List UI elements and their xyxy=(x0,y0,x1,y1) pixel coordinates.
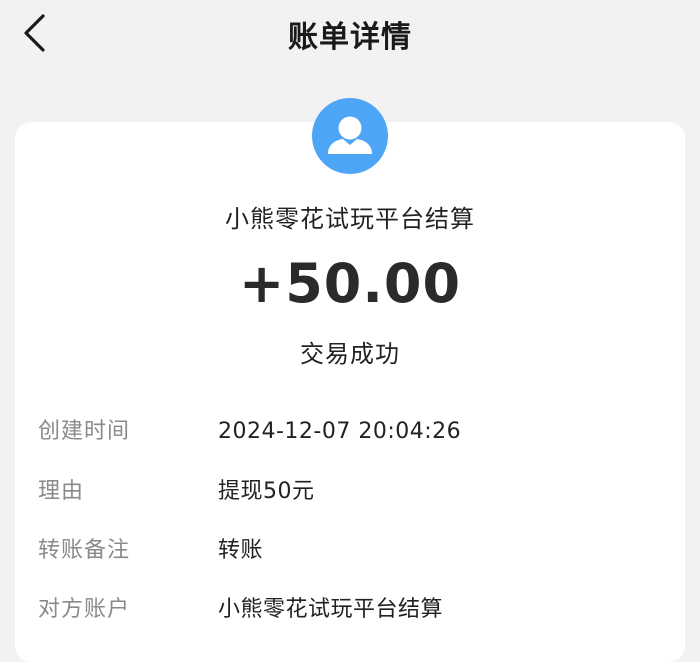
transaction-amount: +50.00 xyxy=(238,252,462,315)
detail-label: 创建时间 xyxy=(38,419,131,444)
detail-value: 转账 xyxy=(218,538,264,563)
detail-row-counterparty-account: 对方账户 小熊零花试玩平台结算 xyxy=(0,590,700,630)
detail-row-reason: 理由 提现50元 xyxy=(0,472,700,512)
detail-row-transfer-note: 转账备注 转账 xyxy=(0,531,700,571)
page-title: 账单详情 xyxy=(288,20,412,55)
detail-label: 转账备注 xyxy=(38,538,131,563)
detail-value: 提现50元 xyxy=(218,479,315,504)
nav-bar: 账单详情 xyxy=(0,0,700,70)
detail-value: 小熊零花试玩平台结算 xyxy=(218,597,444,622)
detail-label: 理由 xyxy=(38,479,85,504)
transaction-status: 交易成功 xyxy=(300,340,400,368)
user-avatar-icon xyxy=(312,98,388,174)
detail-value: 2024-12-07 20:04:26 xyxy=(218,419,462,444)
detail-label: 对方账户 xyxy=(38,597,131,622)
merchant-name: 小熊零花试玩平台结算 xyxy=(225,205,475,233)
detail-row-created-time: 创建时间 2024-12-07 20:04:26 xyxy=(0,412,700,452)
